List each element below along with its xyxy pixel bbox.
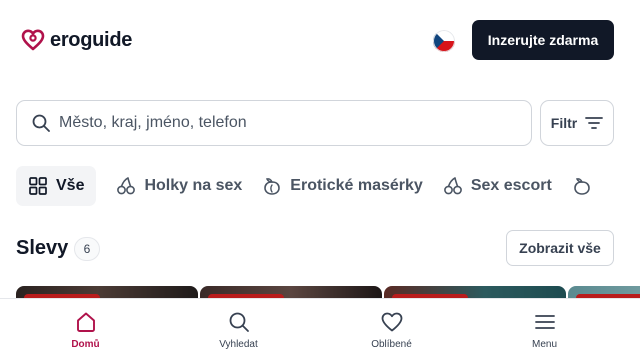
category-label: Sex escort <box>470 177 552 194</box>
category-label: Holky na sex <box>144 177 243 194</box>
show-all-button[interactable]: Zobrazit vše <box>506 230 614 266</box>
section-title: Slevy <box>16 237 69 259</box>
nav-home[interactable]: Domů <box>9 299 162 360</box>
nav-menu[interactable]: Menu <box>468 299 621 360</box>
bottom-navigation: Domů Vyhledat Oblíbené Menu <box>0 298 640 360</box>
home-icon <box>76 312 95 332</box>
category-tab-girls[interactable]: Holky na sex <box>116 166 242 206</box>
category-tab-more[interactable] <box>572 166 592 206</box>
filter-lines-icon <box>585 117 604 129</box>
header: eroguide Inzerujte zdarma <box>0 0 640 80</box>
nav-label: Domů <box>71 339 100 350</box>
category-label: Vše <box>56 177 85 194</box>
category-label: Erotické masérky <box>290 177 423 194</box>
peach-icon <box>264 178 281 195</box>
filter-label: Filtr <box>550 115 578 131</box>
count-badge: 6 <box>74 237 100 261</box>
menu-icon <box>534 315 555 329</box>
category-tab-all[interactable]: Vše <box>16 166 97 206</box>
logo-heart-icon <box>21 29 45 51</box>
cherries-icon <box>117 177 136 195</box>
nav-label: Menu <box>531 339 557 350</box>
nav-label: Vyhledat <box>219 339 258 350</box>
peach-icon <box>573 178 590 195</box>
search-box[interactable] <box>16 100 532 146</box>
nav-label: Oblíbené <box>371 339 412 350</box>
logo[interactable]: eroguide <box>20 27 132 53</box>
nav-search[interactable]: Vyhledat <box>162 299 315 360</box>
heart-icon <box>381 312 402 332</box>
search-input[interactable] <box>59 114 499 132</box>
filter-button[interactable]: Filtr <box>540 100 614 146</box>
category-tab-escort[interactable]: Sex escort <box>443 166 552 206</box>
brand-name: eroguide <box>50 28 133 51</box>
grid-icon <box>29 177 47 195</box>
search-icon <box>229 312 249 332</box>
category-tabs: Vše Holky na sex Erotické masérky Sex es… <box>16 166 640 206</box>
language-flag-icon[interactable] <box>433 30 455 52</box>
advertise-free-button[interactable]: Inzerujte zdarma <box>472 20 614 60</box>
nav-favorites[interactable]: Oblíbené <box>315 299 468 360</box>
cherries-icon <box>443 177 462 195</box>
category-tab-masseuses[interactable]: Erotické masérky <box>262 166 423 206</box>
search-icon <box>32 114 50 132</box>
